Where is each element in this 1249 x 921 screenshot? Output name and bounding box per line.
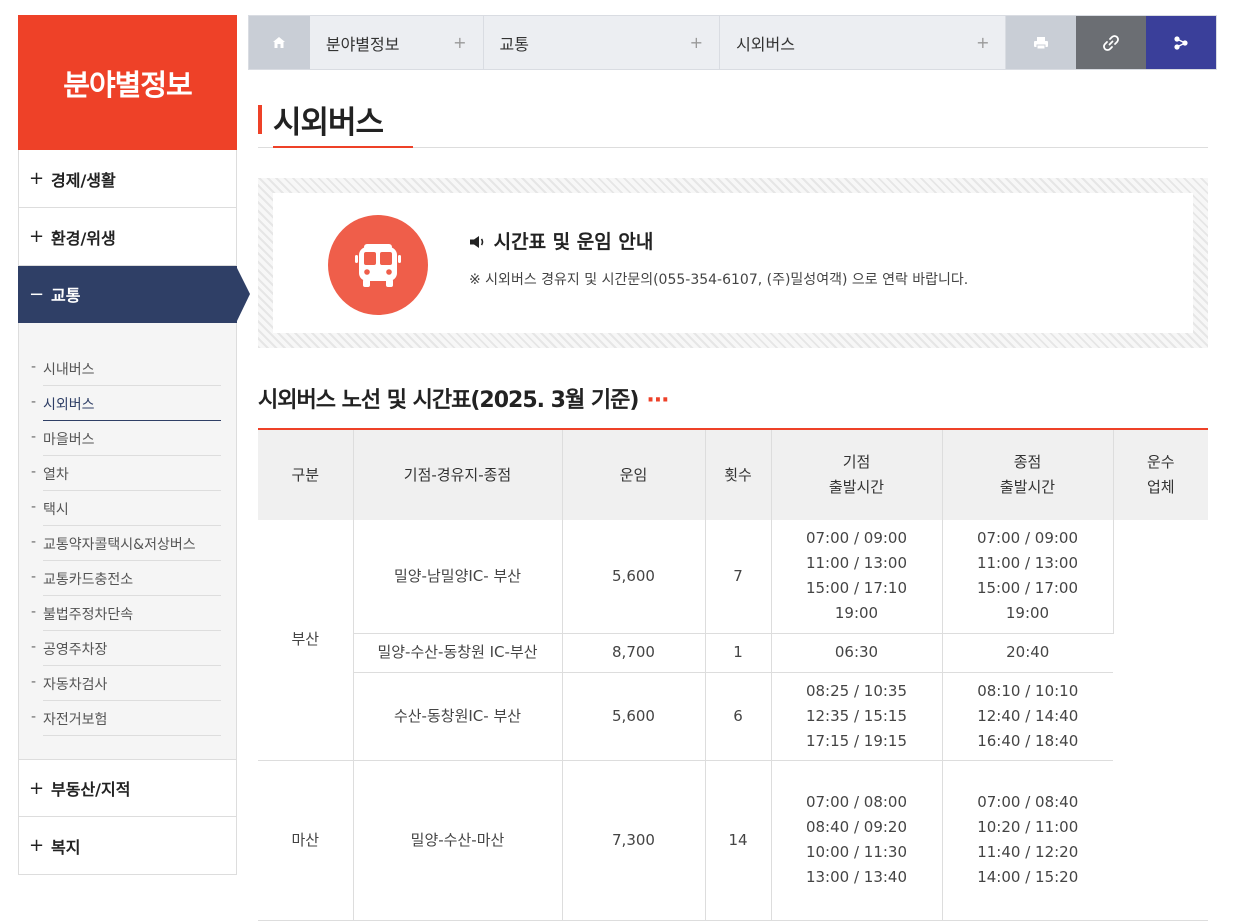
notice-text: ※ 시외버스 경유지 및 시간문의(055-354-6107, (주)밀성여객)… [469,272,969,288]
submenu-item-card-charge[interactable]: 교통카드충전소 [31,561,221,596]
header-fare: 운임 [562,428,706,520]
submenu-item-parking-enforcement[interactable]: 불법주정차단속 [31,596,221,631]
title-accent-bar [258,105,262,134]
header-count: 횟수 [705,428,772,520]
submenu-item-taxi[interactable]: 택시 [31,491,221,526]
table-row: 수산-동창원IC- 부산 5,600 6 08:25 / 10:35 12:35 / 1… [258,672,1208,761]
notice-box: 시간표 및 운임 안내 ※ 시외버스 경유지 및 시간문의(055-354-61… [258,178,1208,348]
sidebar-item-label: 부동산/지적 [51,780,131,799]
header-arrive: 종점 출발시간 [942,428,1114,520]
sidebar-item-label: 경제/생활 [51,170,116,190]
timetable: 구분 기점-경유지-종점 운임 횟수 기점 출발시간 종점 출발시간 운수 업체 부산… [258,428,1208,921]
route-cell: 밀양-남밀양IC- 부산 [353,520,563,634]
submenu-item-intercity-bus[interactable]: 시외버스 [31,386,221,421]
count-cell: 14 [705,760,772,921]
plus-icon: + [453,33,467,52]
table-row: 밀양-수산-동창원 IC-부산 8,700 1 06:30 20:40 [258,633,1208,673]
home-button[interactable] [249,16,310,69]
depart-time-cell: 07:00 / 08:00 08:40 / 09:20 10:00 / 11:30 1… [771,760,943,921]
region-cell: 부산 [258,520,354,761]
crumb-label: 시외버스 [736,34,795,54]
speaker-icon [470,236,484,248]
arrive-time-cell: 07:00 / 09:00 11:00 / 13:00 15:00 / 17:00 1… [942,520,1114,634]
sidebar-item-realestate[interactable]: + 부동산/지적 [18,759,237,817]
header-depart: 기점 출발시간 [771,428,943,520]
expand-icon: + [29,226,45,247]
crumb-field-info[interactable]: 분야별정보 + [310,16,484,69]
sidebar-item-label: 환경/위생 [51,228,116,248]
share-button[interactable] [1146,16,1217,69]
section-title: 시외버스 노선 및 시간표(2025. 3월 기준) ··· [258,382,670,414]
notice-heading: 시간표 및 운임 안내 [469,227,653,254]
submenu-item-village-bus[interactable]: 마을버스 [31,421,221,456]
depart-time-cell: 08:25 / 10:35 12:35 / 15:15 17:15 / 19:15 [771,672,943,761]
route-cell: 밀양-수산-마산 [353,760,563,921]
submenu: 시내버스 시외버스 마을버스 열차 택시 교통약자콜택시&저상버스 교통카드충전… [18,323,237,759]
crumb-label: 분야별정보 [325,34,400,54]
route-cell: 수산-동창원IC- 부산 [353,672,563,761]
share-icon [1174,35,1188,50]
header-route: 기점-경유지-종점 [353,428,563,520]
submenu-item-mobility-taxi[interactable]: 교통약자콜택시&저상버스 [31,526,221,561]
depart-time-cell: 06:30 [771,633,943,673]
submenu-item-train[interactable]: 열차 [31,456,221,491]
submenu-item-city-bus[interactable]: 시내버스 [31,351,221,386]
home-icon [273,37,286,48]
fare-cell: 7,300 [562,760,706,921]
table-header-row: 구분 기점-경유지-종점 운임 횟수 기점 출발시간 종점 출발시간 운수 업체 [258,428,1208,520]
sidebar-item-environment[interactable]: + 환경/위생 [18,208,237,266]
fare-cell: 5,600 [562,520,706,634]
link-icon [1103,34,1120,51]
header-region: 구분 [258,428,354,520]
notice-inner: 시간표 및 운임 안내 ※ 시외버스 경유지 및 시간문의(055-354-61… [273,193,1193,333]
breadcrumb: 분야별정보 + 교통 + 시외버스 + [248,15,1217,70]
link-button[interactable] [1076,16,1147,69]
sidebar-item-economy[interactable]: + 경제/생활 [18,150,237,208]
plus-icon: + [976,33,990,52]
submenu-item-public-parking[interactable]: 공영주차장 [31,631,221,666]
region-cell: 마산 [258,760,354,921]
sidebar-item-traffic[interactable]: − 교통 [18,266,250,323]
submenu-item-bike-insurance[interactable]: 자전거보험 [31,701,221,736]
table-body: 부산 밀양-남밀양IC- 부산 5,600 7 07:00 / 09:00 11:00 /… [258,520,1208,921]
sidebar-item-label: 복지 [51,837,81,857]
arrive-time-cell: 07:00 / 08:40 10:20 / 11:00 11:40 / 12:20 1… [942,760,1113,921]
table-row: 부산 밀양-남밀양IC- 부산 5,600 7 07:00 / 09:00 11:00 /… [258,520,1208,921]
fare-cell: 8,700 [562,633,706,673]
plus-icon: + [689,33,704,52]
table-row: 마산 밀양-수산-마산 7,300 14 07:00 / 08:00 08:40 / 09… [258,760,1208,921]
crumb-label: 교통 [499,34,529,54]
dots-icon: ··· [646,388,669,413]
print-button[interactable] [1006,16,1077,69]
fare-cell: 5,600 [562,672,706,761]
crumb-traffic[interactable]: 교통 + [484,16,721,69]
sidebar: 분야별정보 + 경제/생활 + 환경/위생 − 교통 시내버스 시외버스 마을버… [18,15,250,875]
page-title: 시외버스 [273,105,384,141]
collapse-icon: − [29,283,45,305]
count-cell: 6 [705,672,772,761]
submenu-item-car-inspection[interactable]: 자동차검사 [31,666,221,701]
route-cell: 밀양-수산-동창원 IC-부산 [353,633,563,673]
header-company: 운수 업체 [1113,428,1208,520]
title-underline [273,146,413,148]
print-icon [1034,36,1049,49]
sidebar-title: 분야별정보 [18,15,237,150]
count-cell: 1 [705,633,772,673]
arrive-time-cell: 08:10 / 10:10 12:40 / 14:40 16:40 / 18:40 [942,672,1113,761]
arrive-time-cell: 20:40 [942,633,1113,673]
section-title-text: 시외버스 노선 및 시간표(2025. 3월 기준) [258,388,639,413]
crumb-intercity-bus[interactable]: 시외버스 + [720,16,1007,69]
depart-time-cell: 07:00 / 09:00 11:00 / 13:00 15:00 / 17:10 1… [771,520,943,634]
sidebar-item-welfare[interactable]: + 복지 [18,817,237,875]
bus-icon [328,215,428,315]
sidebar-item-label: 교통 [51,286,81,305]
company-cell [1113,520,1208,921]
expand-icon: + [29,168,45,189]
page-title-area: 시외버스 [258,95,1208,148]
expand-icon: + [29,777,45,799]
expand-icon: + [29,835,45,856]
count-cell: 7 [705,520,772,634]
notice-heading-text: 시간표 및 운임 안내 [493,231,654,253]
